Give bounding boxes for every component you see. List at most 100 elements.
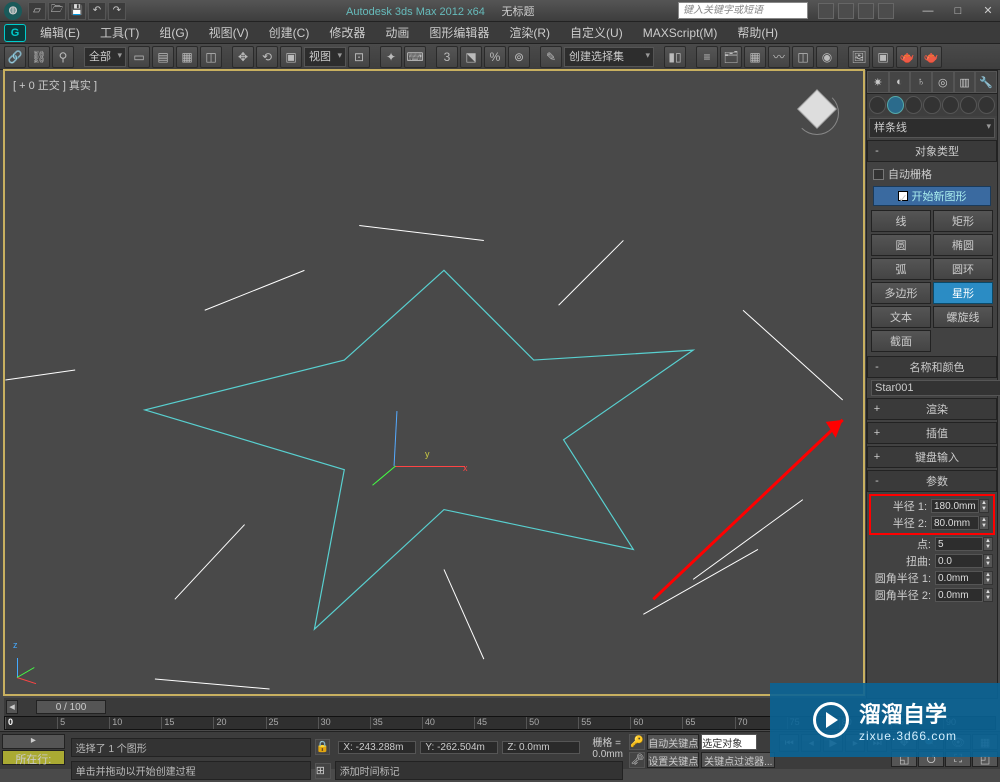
cat-lights-icon[interactable] <box>905 96 922 114</box>
search-icon[interactable] <box>818 3 834 19</box>
graphite-icon[interactable]: ▦ <box>744 46 766 68</box>
help-search-input[interactable]: 键入关键字或短语 <box>678 2 808 19</box>
menu-rendering[interactable]: 渲染(R) <box>499 24 560 41</box>
shape-line[interactable]: 线 <box>871 210 931 232</box>
schematic-icon[interactable]: ◫ <box>792 46 814 68</box>
macro-recorder[interactable]: 所在行: <box>2 750 65 765</box>
fillet2-spinner[interactable]: ▲▼ <box>983 588 993 602</box>
shape-section[interactable]: 截面 <box>871 330 931 352</box>
autogrid-checkbox[interactable]: 自动栅格 <box>867 164 997 184</box>
radius1-input[interactable] <box>931 499 979 513</box>
maximize-button[interactable]: □ <box>950 3 966 19</box>
start-new-shape-toggle[interactable]: ✓开始新图形 <box>873 186 991 206</box>
key-filters-button[interactable]: 关键点过滤器... <box>701 752 775 768</box>
isolate-icon[interactable]: ⊞ <box>315 763 331 779</box>
fillet1-spinner[interactable]: ▲▼ <box>983 571 993 585</box>
viewport-perspective[interactable]: [ + 0 正交 ] 真实 ] x y z <box>4 70 864 695</box>
menu-group[interactable]: 组(G) <box>149 24 198 41</box>
render-setup-icon[interactable]: 🖼 <box>848 46 870 68</box>
cat-geometry-icon[interactable] <box>869 96 886 114</box>
fillet2-input[interactable] <box>935 588 983 602</box>
menu-create[interactable]: 创建(C) <box>259 24 320 41</box>
cat-helpers-icon[interactable] <box>942 96 959 114</box>
cat-cameras-icon[interactable] <box>923 96 940 114</box>
pivot-icon[interactable]: ⊡ <box>348 46 370 68</box>
viewport-label[interactable]: [ + 0 正交 ] 真实 ] <box>13 77 97 93</box>
move-icon[interactable]: ✥ <box>232 46 254 68</box>
time-slider-handle[interactable]: 0 / 100 <box>36 700 106 714</box>
render-icon[interactable]: 🫖 <box>896 46 918 68</box>
render-prod-icon[interactable]: 🫖 <box>920 46 942 68</box>
coord-y[interactable]: Y: -262.504m <box>420 741 498 754</box>
curve-editor-icon[interactable]: 〰 <box>768 46 790 68</box>
menu-edit[interactable]: 编辑(E) <box>30 24 90 41</box>
menu-maxscript[interactable]: MAXScript(M) <box>633 26 728 40</box>
menu-animation[interactable]: 动画 <box>375 24 419 41</box>
menu-customize[interactable]: 自定义(U) <box>560 24 633 41</box>
setkey-icon[interactable]: 🗝 <box>629 752 645 768</box>
minimize-button[interactable]: — <box>920 3 936 19</box>
fillet1-input[interactable] <box>935 571 983 585</box>
shape-ngon[interactable]: 多边形 <box>871 282 931 304</box>
shape-text[interactable]: 文本 <box>871 306 931 328</box>
rollout-name-color[interactable]: -名称和颜色 <box>867 356 997 378</box>
link-icon[interactable]: 🔗 <box>4 46 26 68</box>
rollout-object-type[interactable]: -对象类型 <box>867 140 997 162</box>
keyboard-icon[interactable]: ⌨ <box>404 46 426 68</box>
unlink-icon[interactable]: ⛓ <box>28 46 50 68</box>
cat-shapes-icon[interactable] <box>887 96 904 114</box>
points-spinner[interactable]: ▲▼ <box>983 537 993 551</box>
render-frame-icon[interactable]: ▣ <box>872 46 894 68</box>
scale-icon[interactable]: ▣ <box>280 46 302 68</box>
tab-display-icon[interactable]: ▥ <box>954 71 976 93</box>
twist-input[interactable] <box>935 554 983 568</box>
key-sel-input[interactable]: 选定对象 <box>701 734 757 750</box>
shape-category-dropdown[interactable]: 样条线 <box>869 118 995 138</box>
radius2-spinner[interactable]: ▲▼ <box>979 516 989 530</box>
snap-toggle-icon[interactable]: 3 <box>436 46 458 68</box>
favorite-icon[interactable] <box>858 3 874 19</box>
manipulate-icon[interactable]: ✦ <box>380 46 402 68</box>
menu-modifiers[interactable]: 修改器 <box>319 24 375 41</box>
tab-utilities-icon[interactable]: 🔧 <box>975 71 997 93</box>
radius2-input[interactable] <box>931 516 979 530</box>
ref-coord-dropdown[interactable]: 视图 <box>304 47 346 67</box>
cat-spacewarps-icon[interactable] <box>960 96 977 114</box>
selection-filter-dropdown[interactable]: 全部 <box>84 47 126 67</box>
key-mode-icon[interactable]: 🔑 <box>629 734 645 750</box>
menu-grapheditors[interactable]: 图形编辑器 <box>419 24 499 41</box>
qat-save-icon[interactable]: 💾 <box>68 2 86 20</box>
bind-icon[interactable]: ⚲ <box>52 46 74 68</box>
edit-named-sel-icon[interactable]: ✎ <box>540 46 562 68</box>
shape-helix[interactable]: 螺旋线 <box>933 306 993 328</box>
select-object-icon[interactable]: ▭ <box>128 46 150 68</box>
setkey-button[interactable]: 设置关键点 <box>647 752 699 768</box>
time-tag[interactable]: 添加时间标记 <box>335 761 624 780</box>
select-name-icon[interactable]: ▤ <box>152 46 174 68</box>
qat-undo-icon[interactable]: ↶ <box>88 2 106 20</box>
timeline-prev-icon[interactable]: ◂ <box>6 700 18 714</box>
autokey-button[interactable]: 自动关键点 <box>647 734 699 750</box>
transform-gizmo[interactable]: x y <box>395 411 475 481</box>
tab-motion-icon[interactable]: ◎ <box>932 71 954 93</box>
radius1-spinner[interactable]: ▲▼ <box>979 499 989 513</box>
align-icon[interactable]: ≡ <box>696 46 718 68</box>
rollout-interpolation[interactable]: +插值 <box>867 422 997 444</box>
menu-tools[interactable]: 工具(T) <box>90 24 149 41</box>
percent-snap-icon[interactable]: % <box>484 46 506 68</box>
mirror-icon[interactable]: ▮▯ <box>664 46 686 68</box>
qat-open-icon[interactable]: 🗁 <box>48 2 66 20</box>
time-slider[interactable]: ◂ 0 / 100 <box>4 698 866 716</box>
tab-modify-icon[interactable]: ◐ <box>889 71 911 93</box>
comm-icon[interactable] <box>838 3 854 19</box>
coord-x[interactable]: X: -243.288m <box>338 741 416 754</box>
coord-z[interactable]: Z: 0.0mm <box>502 741 580 754</box>
help-icon[interactable] <box>878 3 894 19</box>
script-mini-listener[interactable]: ▸ <box>2 734 65 749</box>
cat-systems-icon[interactable] <box>978 96 995 114</box>
tab-hierarchy-icon[interactable]: ♄ <box>910 71 932 93</box>
rotate-icon[interactable]: ⟲ <box>256 46 278 68</box>
rollout-parameters[interactable]: -参数 <box>867 470 997 492</box>
angle-snap-icon[interactable]: ⬔ <box>460 46 482 68</box>
tab-create-icon[interactable]: ✷ <box>867 71 889 93</box>
